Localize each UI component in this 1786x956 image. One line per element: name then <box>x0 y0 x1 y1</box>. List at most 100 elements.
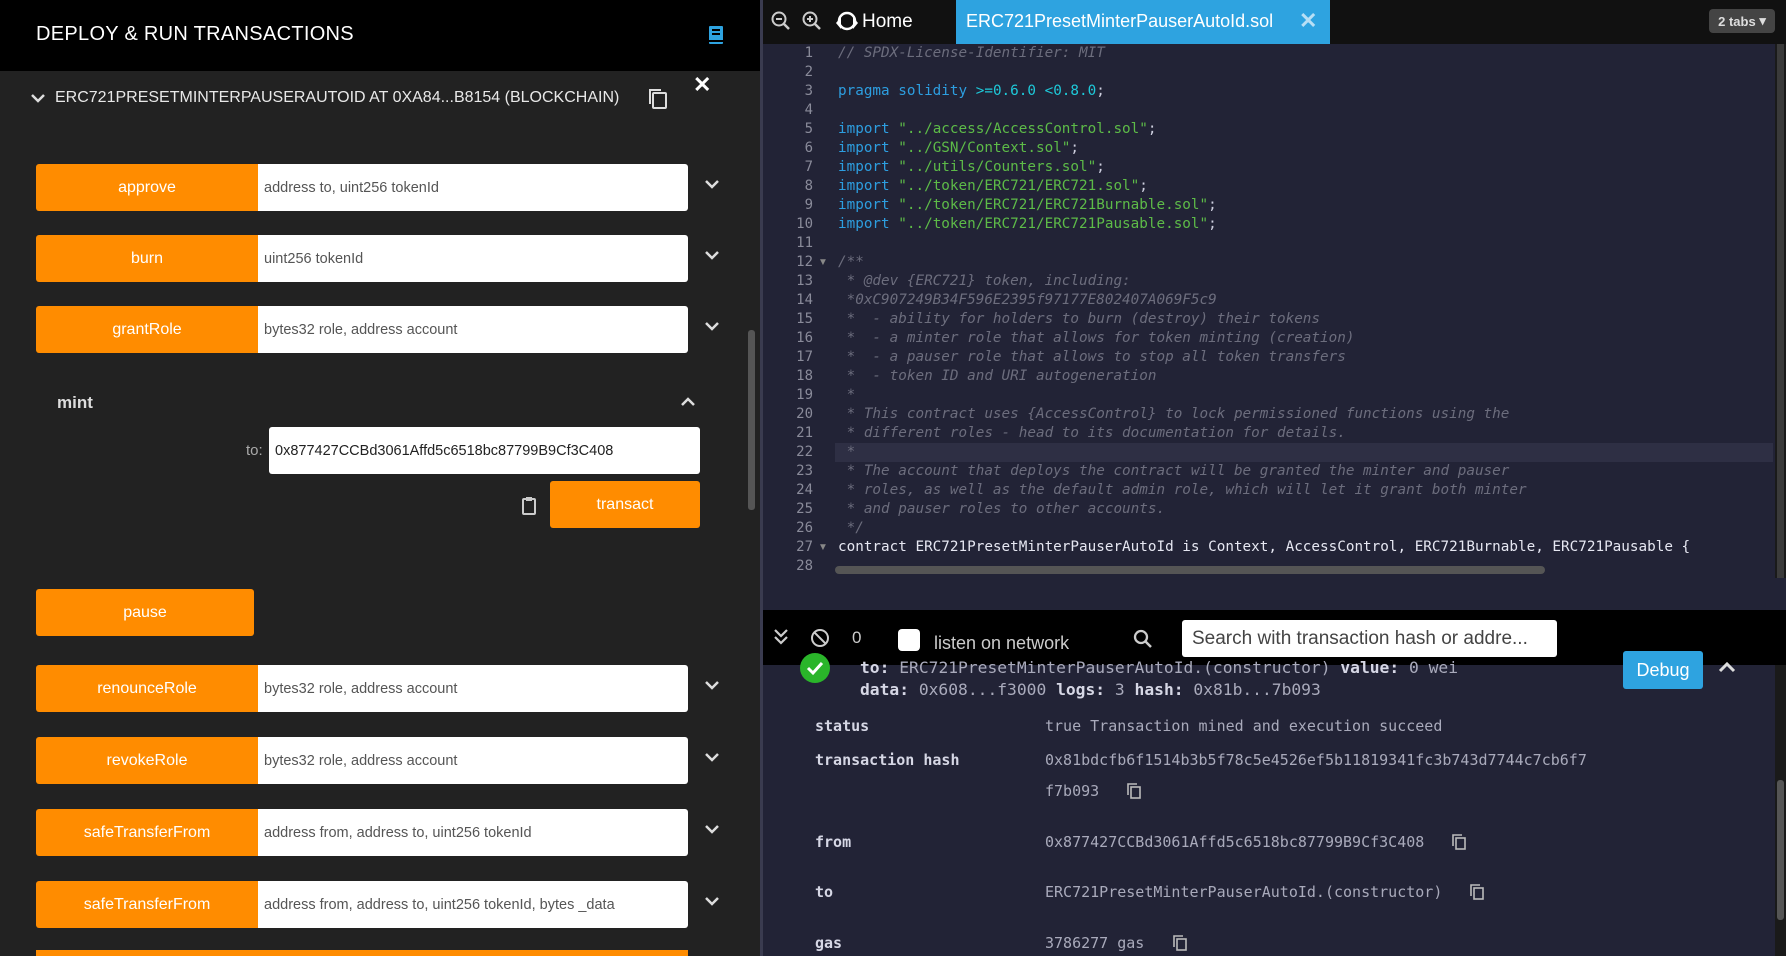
tx-row-value-cont: f7b093 <box>1045 782 1100 800</box>
fold-icon[interactable]: ▼ <box>818 257 828 268</box>
tx-row-key: transaction hash <box>815 751 960 769</box>
function-row-safetransferfrom-data: safeTransferFrom address from, address t… <box>36 881 719 928</box>
expand-renouncerole-icon[interactable] <box>704 679 720 691</box>
code-punct: ; <box>1147 121 1157 137</box>
safetransferfrom-button[interactable]: safeTransferFrom <box>36 809 258 856</box>
summary-hash-value: 0x81b...7b093 <box>1193 680 1321 699</box>
tx-row-value: 0x877427CCBd3061Affd5c6518bc87799B9Cf3C4… <box>1045 833 1425 851</box>
copy-address-icon[interactable] <box>648 88 668 110</box>
line-number: 12 <box>796 254 813 270</box>
code-line: * - a pauser role that allows to stop al… <box>838 349 1346 365</box>
mint-function-label: mint <box>57 393 93 412</box>
revokerole-params-input[interactable]: bytes32 role, address account <box>258 737 688 784</box>
expand-revokerole-icon[interactable] <box>704 751 720 763</box>
copy-icon[interactable] <box>1452 834 1466 850</box>
expand-grantrole-icon[interactable] <box>704 320 720 332</box>
tx-summary-line1: to: ERC721PresetMinterPauserAutoId.(cons… <box>860 658 1458 677</box>
revokerole-button[interactable]: revokeRole <box>36 737 258 784</box>
code-editor[interactable]: 1 2 3 4 5 6 7 8 9 10 11 12 13 14 15 16 17 18 19 20 21 22 23 24 2… <box>763 44 1773 578</box>
collapse-tx-icon[interactable] <box>1718 660 1736 674</box>
file-tab-name[interactable]: ERC721PresetMinterPauserAutoId.sol <box>966 11 1273 32</box>
documentation-icon[interactable] <box>708 25 724 45</box>
next-function-row-partial[interactable] <box>36 950 688 956</box>
code-line: /** <box>838 254 864 270</box>
expand-safetransferfrom-icon[interactable] <box>704 823 720 835</box>
summary-to-value: ERC721PresetMinterPauserAutoId.(construc… <box>899 658 1331 677</box>
safetransferfrom-params-input[interactable]: address from, address to, uint256 tokenI… <box>258 809 688 856</box>
function-row-approve: approve address to, uint256 tokenId <box>36 164 719 211</box>
listen-network-label: listen on network <box>934 633 1070 653</box>
approve-params-input[interactable]: address to, uint256 tokenId <box>258 164 688 211</box>
left-panel-scrollbar[interactable] <box>748 330 755 510</box>
file-tab[interactable]: ERC721PresetMinterPauserAutoId.sol ✕ <box>956 0 1330 44</box>
expand-burn-icon[interactable] <box>704 249 720 261</box>
function-row-burn: burn uint256 tokenId <box>36 235 719 282</box>
terminal-scroll-thumb[interactable] <box>1777 780 1784 920</box>
code-line: */ <box>838 520 864 536</box>
line-number-gutter: 1 2 3 4 5 6 7 8 9 10 11 12 13 14 15 16 17 18 19 20 21 22 23 24 2… <box>763 44 835 578</box>
mint-transact-button[interactable]: transact <box>550 481 700 528</box>
code-keyword: import <box>838 159 890 175</box>
code-punct: ; <box>1070 140 1080 156</box>
debug-button[interactable]: Debug <box>1623 651 1703 689</box>
line-number: 24 <box>796 482 813 498</box>
pending-tx-count: 0 <box>852 628 862 647</box>
editor-scroll-thumb[interactable] <box>1777 44 1784 578</box>
line-number: 23 <box>796 463 813 479</box>
renouncerole-button[interactable]: renounceRole <box>36 665 258 712</box>
line-number: 27 <box>796 539 813 555</box>
clear-console-icon[interactable] <box>810 628 830 648</box>
code-line: * and pauser roles to other accounts. <box>838 501 1166 517</box>
line-number: 14 <box>796 292 813 308</box>
zoom-out-icon[interactable] <box>771 10 791 32</box>
code-line: contract ERC721PresetMinterPauserAutoId … <box>838 539 1691 555</box>
listen-network-checkbox[interactable] <box>898 629 920 651</box>
close-instance-icon[interactable]: ✕ <box>693 72 711 98</box>
editor-vertical-scrollbar[interactable] <box>1775 44 1786 578</box>
grantrole-params-input[interactable]: bytes32 role, address account <box>258 306 688 353</box>
code-line: import "../utils/Counters.sol"; <box>838 158 1105 177</box>
collapse-terminal-icon[interactable] <box>773 628 789 646</box>
code-line: * @dev {ERC721} token, including: <box>838 273 1131 289</box>
safetransferfrom-data-button[interactable]: safeTransferFrom <box>36 881 258 928</box>
copy-icon[interactable] <box>1127 783 1141 799</box>
approve-button[interactable]: approve <box>36 164 258 211</box>
code-line: * This contract uses {AccessControl} to … <box>838 406 1510 422</box>
line-number: 10 <box>796 216 813 232</box>
mint-to-input[interactable]: 0x877427CCBd3061Affd5c6518bc87799B9Cf3C4… <box>269 427 700 474</box>
editor-horizontal-scrollbar[interactable] <box>835 566 1545 574</box>
terminal-scrollbar[interactable] <box>1775 665 1786 956</box>
line-number: 28 <box>796 558 813 574</box>
copy-icon[interactable] <box>1173 935 1187 951</box>
expand-safetransferfrom-data-icon[interactable] <box>704 895 720 907</box>
tabs-count-dropdown[interactable]: 2 tabs ▾ <box>1709 9 1775 33</box>
code-line: import "../token/ERC721/ERC721.sol"; <box>838 177 1148 196</box>
summary-value: 0 wei <box>1408 658 1458 677</box>
expand-approve-icon[interactable] <box>704 178 720 190</box>
collapse-mint-icon[interactable] <box>680 396 696 408</box>
burn-params-input[interactable]: uint256 tokenId <box>258 235 688 282</box>
pause-button[interactable]: pause <box>36 589 254 636</box>
summary-logs-value: 3 <box>1114 680 1125 699</box>
safetransferfrom-data-params-input[interactable]: address from, address to, uint256 tokenI… <box>258 881 688 928</box>
close-tab-icon[interactable]: ✕ <box>1299 8 1317 34</box>
line-number: 15 <box>796 311 813 327</box>
code-string: "../utils/Counters.sol" <box>898 159 1097 175</box>
code-punct: ; <box>1096 159 1105 175</box>
tx-row-key: to <box>815 883 834 901</box>
zoom-in-icon[interactable] <box>802 10 822 32</box>
burn-button[interactable]: burn <box>36 235 258 282</box>
home-tab[interactable]: Home <box>862 11 913 33</box>
summary-hash-label: hash: <box>1134 680 1184 699</box>
copy-icon[interactable] <box>1470 884 1484 900</box>
grantrole-button[interactable]: grantRole <box>36 306 258 353</box>
tx-search-input[interactable]: Search with transaction hash or addre... <box>1182 620 1557 657</box>
renouncerole-params-input[interactable]: bytes32 role, address account <box>258 665 688 712</box>
collapse-contract-icon[interactable] <box>31 93 45 103</box>
line-number: 18 <box>796 368 813 384</box>
fold-icon[interactable]: ▼ <box>818 542 828 553</box>
line-number: 1 <box>804 45 813 61</box>
remix-home-icon[interactable] <box>834 9 860 33</box>
line-number: 20 <box>796 406 813 422</box>
copy-calldata-icon[interactable] <box>521 496 537 516</box>
